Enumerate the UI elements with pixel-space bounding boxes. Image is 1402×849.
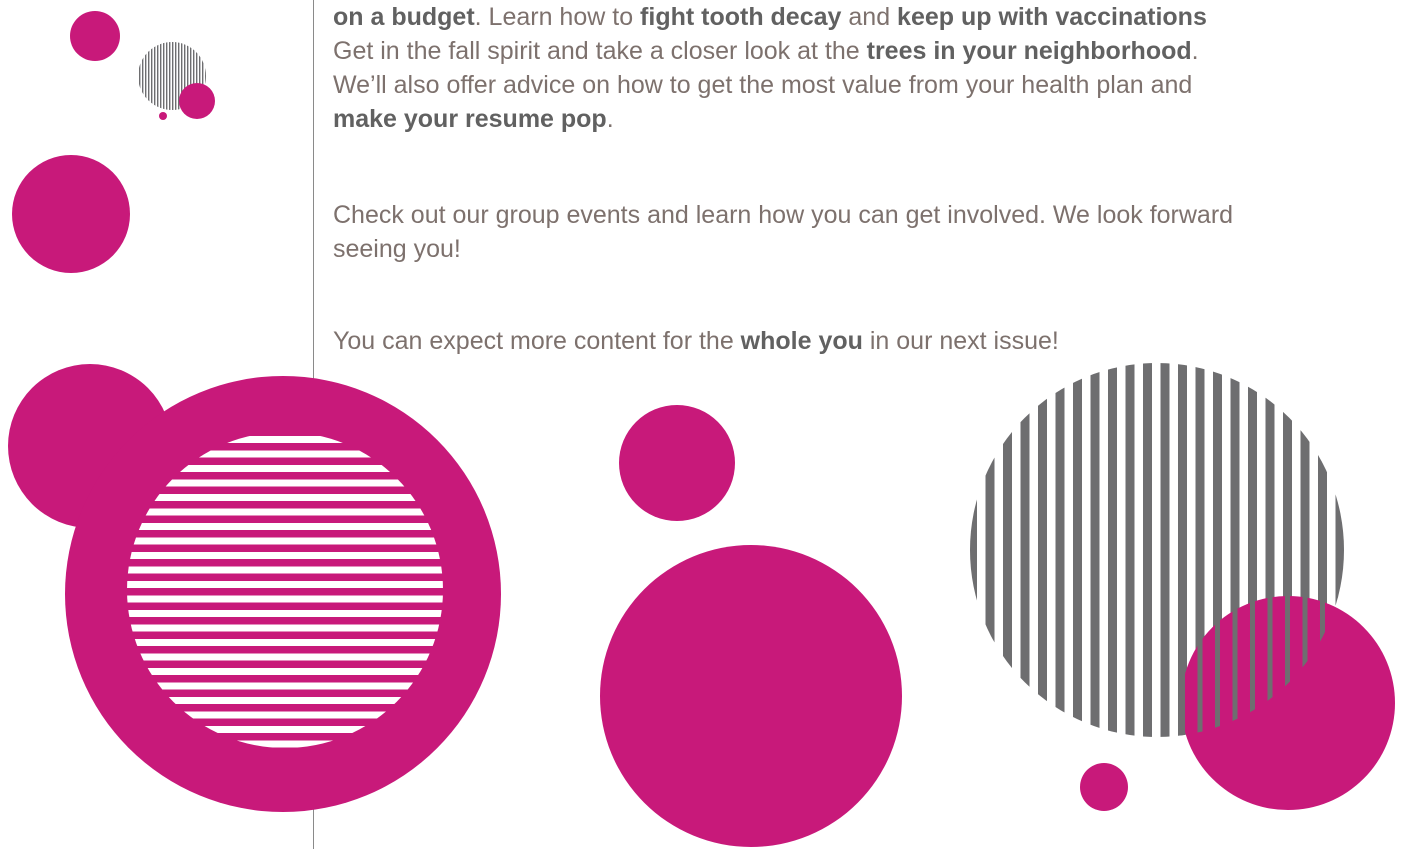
stripe — [1038, 363, 1047, 737]
stripe — [139, 42, 141, 110]
stripe — [166, 42, 168, 110]
stripe — [1197, 596, 1203, 737]
stripe — [1108, 363, 1117, 737]
decor-dot — [179, 83, 215, 119]
stripe — [127, 639, 443, 646]
stripe — [1143, 363, 1152, 737]
stripe — [127, 523, 443, 530]
decor-dot — [619, 405, 735, 521]
stripe — [970, 363, 977, 737]
bold-run-1: trees in your neighborhood — [866, 37, 1192, 65]
text-run-2: . — [1191, 37, 1199, 65]
decor-dot — [600, 545, 902, 847]
events-line-2: seeing you! — [333, 235, 461, 263]
stripe — [1073, 363, 1082, 737]
closing-prefix: You can expect more content for the — [333, 327, 741, 355]
stripe — [127, 610, 443, 617]
decor-dot — [1080, 763, 1128, 811]
stripe — [175, 42, 177, 110]
stripe — [1232, 596, 1238, 737]
stripe — [127, 494, 443, 501]
stripe — [127, 624, 443, 632]
stripe — [142, 42, 144, 110]
stripe — [127, 682, 443, 690]
closing-suffix: in our next issue! — [862, 327, 1059, 355]
stripe — [154, 42, 156, 110]
stripe — [148, 42, 150, 110]
stripe — [172, 42, 174, 110]
intro-line-2: Get in the fall spirit and take a closer… — [333, 34, 1207, 68]
stripe — [1003, 363, 1012, 737]
intro-paragraph: on a budget. Learn how to fight tooth de… — [333, 0, 1207, 136]
text-run-3: and — [841, 3, 898, 31]
stripe — [127, 581, 443, 588]
bold-run-0: make your resume pop — [333, 105, 607, 133]
stripe — [1125, 363, 1135, 737]
bold-run-2: fight tooth decay — [640, 3, 842, 31]
stripe — [163, 42, 165, 110]
stripe — [1020, 363, 1030, 737]
stripe — [1055, 363, 1065, 737]
stripe — [1215, 596, 1220, 737]
text-run-0: Get in the fall spirit and take a closer… — [333, 37, 867, 65]
stripe — [145, 42, 147, 110]
stripe — [151, 42, 153, 110]
text-run-0: We’ll also offer advice on how to get th… — [333, 71, 1193, 99]
intro-line-4: make your resume pop. — [333, 102, 1207, 136]
bold-run-0: on a budget — [333, 3, 475, 31]
text-run-1: . Learn how to — [474, 3, 641, 31]
newsletter-page: on a budget. Learn how to fight tooth de… — [0, 0, 1402, 849]
stripe — [1180, 596, 1185, 737]
stripe — [127, 595, 443, 603]
stripe — [127, 537, 443, 545]
stripe — [127, 508, 443, 516]
stripe — [1160, 363, 1170, 737]
stripe — [169, 42, 171, 110]
closing-bold: whole you — [740, 327, 863, 355]
text-run-1: . — [606, 105, 614, 133]
intro-line-1: on a budget. Learn how to fight tooth de… — [333, 0, 1207, 34]
decor-dot — [159, 112, 167, 120]
events-paragraph: Check out our group events and learn how… — [333, 198, 1233, 266]
stripe — [160, 42, 162, 110]
decor-dot — [12, 155, 130, 273]
stripe — [1090, 363, 1100, 737]
events-line-1: Check out our group events and learn how… — [333, 201, 1234, 229]
stripe — [136, 40, 137, 112]
decor-dot — [70, 11, 120, 61]
closing-paragraph: You can expect more content for the whol… — [333, 324, 1059, 358]
stripe — [985, 363, 995, 737]
stripe — [127, 566, 443, 574]
stripe — [127, 653, 443, 661]
bold-run-4: keep up with vaccinations — [897, 3, 1207, 31]
stripe — [127, 552, 443, 559]
closing-line: You can expect more content for the whol… — [333, 324, 1059, 358]
intro-line-3: We’ll also offer advice on how to get th… — [333, 68, 1207, 102]
stripe — [157, 42, 159, 110]
stripe — [127, 668, 443, 675]
